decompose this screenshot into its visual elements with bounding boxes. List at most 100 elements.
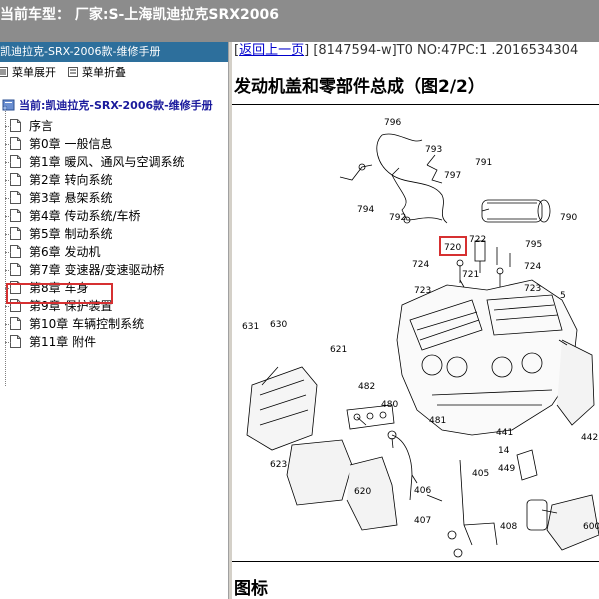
sidebar-item-label: 第7章 变速器/变速驱动桥 xyxy=(29,263,165,277)
callout-795: 795 xyxy=(525,240,542,250)
callout-481: 481 xyxy=(429,416,446,426)
callout-724-right: 724 xyxy=(524,262,541,272)
sidebar-header: 凯迪拉克-SRX-2006款-维修手册 xyxy=(0,42,228,62)
sidebar-item[interactable]: 第0章 一般信息 xyxy=(10,135,112,153)
section-title: 发动机盖和零部件总成（图2/2） xyxy=(234,77,485,97)
callout-794: 794 xyxy=(357,205,374,215)
document-icon xyxy=(10,119,21,132)
sidebar-item[interactable]: 第11章 附件 xyxy=(10,333,96,351)
callout-792: 792 xyxy=(389,213,406,223)
tree-connector-branch xyxy=(5,198,11,199)
sidebar-item[interactable]: 第10章 车辆控制系统 xyxy=(10,315,144,333)
callout-796: 796 xyxy=(384,118,401,128)
callout-723-left: 723 xyxy=(414,286,431,296)
sidebar-item-label: 第0章 一般信息 xyxy=(29,137,113,151)
expand-icon xyxy=(0,67,8,77)
callout-405: 405 xyxy=(472,469,489,479)
sidebar-item[interactable]: 第6章 发动机 xyxy=(10,243,100,261)
sidebar-item[interactable]: 第4章 传动系统/车桥 xyxy=(10,207,141,225)
sidebar-item[interactable]: 第2章 转向系统 xyxy=(10,171,112,189)
collapse-icon xyxy=(68,67,78,77)
tree-connector-branch xyxy=(5,162,11,163)
sidebar-item[interactable]: 第3章 悬架系统 xyxy=(10,189,112,207)
document-icon xyxy=(10,209,21,222)
callout-480: 480 xyxy=(381,400,398,410)
bracket-close: ] xyxy=(304,43,314,58)
sidebar-item-label: 第1章 暖风、通风与空调系统 xyxy=(29,155,185,169)
tree-connector-branch xyxy=(5,216,11,217)
sidebar-item-label: 第2章 转向系统 xyxy=(29,173,113,187)
tree-connector-branch xyxy=(5,288,11,289)
selected-chapter-highlight xyxy=(6,283,113,304)
sidebar-item-label: 第10章 车辆控制系统 xyxy=(29,317,145,331)
document-icon xyxy=(10,173,21,186)
callout-408: 408 xyxy=(500,522,517,532)
callout-797: 797 xyxy=(444,171,461,181)
callout-793: 793 xyxy=(425,145,442,155)
tree-connector-branch xyxy=(5,126,11,127)
sidebar-toolbar: 菜单展开 菜单折叠 xyxy=(0,63,228,83)
nav-line: [返回上一页] [8147594-w]T0 NO:47PC:1 .2016534… xyxy=(234,42,578,60)
callout-600: 600 xyxy=(583,522,599,532)
content-pane: [返回上一页] [8147594-w]T0 NO:47PC:1 .2016534… xyxy=(232,42,599,599)
callout-623: 623 xyxy=(270,460,287,470)
callout-723-right: 723 xyxy=(524,284,541,294)
callout-631: 631 xyxy=(242,322,259,332)
document-icon xyxy=(10,245,21,258)
document-icon xyxy=(10,155,21,168)
sidebar-item-label: 第5章 制动系统 xyxy=(29,227,113,241)
title-bar: 当前车型： 厂家:S-上海凯迪拉克SRX2006 xyxy=(0,0,599,42)
tree-connector-branch xyxy=(5,252,11,253)
back-link[interactable]: 返回上一页 xyxy=(239,43,304,58)
sidebar: 凯迪拉克-SRX-2006款-维修手册 菜单展开 菜单折叠 当前:凯迪拉克-SR… xyxy=(0,42,228,599)
sidebar-item[interactable]: 第7章 变速器/变速驱动桥 xyxy=(10,261,165,279)
callout-406: 406 xyxy=(414,486,431,496)
callout-449: 449 xyxy=(498,464,515,474)
sidebar-item[interactable]: 第1章 暖风、通风与空调系统 xyxy=(10,153,184,171)
document-icon xyxy=(10,227,21,240)
sidebar-item-label: 第4章 传动系统/车桥 xyxy=(29,209,141,223)
callout-442: 442 xyxy=(581,433,598,443)
callout-5: 5 xyxy=(560,291,566,301)
document-icon xyxy=(10,335,21,348)
callout-722: 722 xyxy=(469,235,486,245)
sidebar-item[interactable]: 序言 xyxy=(10,117,53,135)
exploded-view-figure: 796 793 797 791 794 792 790 795 720 722 … xyxy=(232,104,599,562)
document-icon xyxy=(10,263,21,276)
tree-root[interactable]: 当前:凯迪拉克-SRX-2006款-维修手册 xyxy=(2,98,213,114)
callout-790: 790 xyxy=(560,213,577,223)
collapse-menu-label: 菜单折叠 xyxy=(82,66,126,79)
callout-791: 791 xyxy=(475,158,492,168)
manual-book-icon xyxy=(2,99,15,111)
legend-title: 图标 xyxy=(234,579,268,599)
sidebar-item-label: 第3章 悬架系统 xyxy=(29,191,113,205)
callout-482: 482 xyxy=(358,382,375,392)
callout-441: 441 xyxy=(496,428,513,438)
tree-connector-branch xyxy=(5,180,11,181)
sidebar-item[interactable]: 第5章 制动系统 xyxy=(10,225,112,243)
tree-connector-branch xyxy=(5,234,11,235)
document-icon xyxy=(10,191,21,204)
expand-menu-label: 菜单展开 xyxy=(12,66,56,79)
collapse-menu-button[interactable]: 菜单折叠 xyxy=(68,63,126,83)
sidebar-item-label: 序言 xyxy=(29,119,54,133)
callout-407: 407 xyxy=(414,516,431,526)
sidebar-item-label: 第6章 发动机 xyxy=(29,245,101,259)
tree-connector xyxy=(5,104,7,386)
title-bar-text: 当前车型： 厂家:S-上海凯迪拉克SRX2006 xyxy=(0,7,279,23)
tree-connector-branch xyxy=(5,324,11,325)
sidebar-item-label: 第11章 附件 xyxy=(29,335,97,349)
document-icon xyxy=(10,137,21,150)
document-icon xyxy=(10,317,21,330)
callout-621: 621 xyxy=(330,345,347,355)
tree-connector-branch xyxy=(5,306,11,307)
callout-720: 720 xyxy=(444,243,461,253)
doc-info: [8147594-w]T0 NO:47PC:1 .2016534304 xyxy=(313,43,579,58)
expand-menu-button[interactable]: 菜单展开 xyxy=(0,63,56,83)
callout-630: 630 xyxy=(270,320,287,330)
callout-14: 14 xyxy=(498,446,510,456)
tree-root-label: 当前:凯迪拉克-SRX-2006款-维修手册 xyxy=(19,99,213,112)
callout-724-left: 724 xyxy=(412,260,429,270)
engine-drawing: 796 793 797 791 794 792 790 795 720 722 … xyxy=(242,118,599,558)
tree-connector-branch xyxy=(5,144,11,145)
